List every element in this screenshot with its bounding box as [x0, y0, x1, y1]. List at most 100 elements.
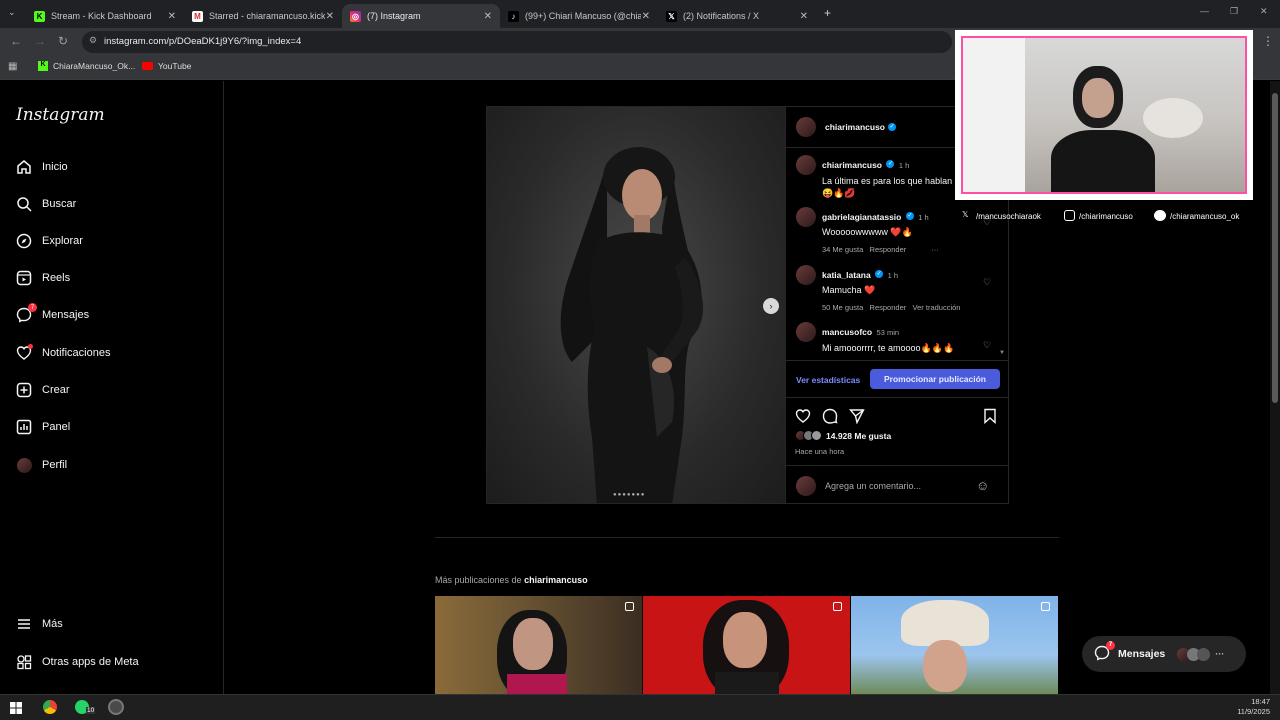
address-bar[interactable]: ⚙ instagram.com/p/DOeaDK1j9Y6/?img_index…: [82, 31, 952, 53]
comment-text: Mamucha ❤️: [822, 285, 876, 295]
like-icon[interactable]: [795, 408, 811, 429]
tab-gmail-starred[interactable]: M Starred - chiaramancuso.kick@ ✕: [184, 4, 342, 28]
sidebar-item-explorar[interactable]: Explorar: [16, 229, 83, 253]
browser-menu-icon[interactable]: ⋮: [1262, 34, 1274, 48]
more-posts-username[interactable]: chiarimancuso: [524, 575, 588, 585]
tab-search-icon[interactable]: ⌄: [8, 7, 16, 18]
caption-username[interactable]: chiarimancuso: [822, 160, 882, 170]
webcam-overlay: [955, 30, 1253, 200]
messenger-icon: 7: [1094, 640, 1115, 664]
author-username[interactable]: chiarimancuso: [825, 122, 885, 132]
post-thumbnail[interactable]: [435, 596, 642, 694]
back-icon[interactable]: ←: [10, 34, 22, 48]
close-tab-icon[interactable]: ✕: [168, 11, 176, 22]
post-thumbnail[interactable]: [851, 596, 1058, 694]
profile-avatar: [16, 457, 32, 473]
comment-username[interactable]: katia_latana: [822, 270, 871, 280]
forward-icon[interactable]: →: [34, 34, 46, 48]
social-handles-bar: 𝕏 /mancusochiaraok /chiarimancuso /chiar…: [955, 205, 1280, 229]
maximize-icon[interactable]: ❐: [1230, 6, 1238, 17]
tab-x-notifications[interactable]: 𝕏 (2) Notifications / X ✕: [658, 4, 816, 28]
sidebar-item-mas[interactable]: Más: [16, 612, 63, 636]
scroll-down-icon[interactable]: ▼: [999, 350, 1005, 356]
post-thumbnail[interactable]: [643, 596, 850, 694]
apps-grid-icon[interactable]: ▦: [8, 61, 17, 72]
comment-username[interactable]: gabrielagianatassio: [822, 212, 901, 222]
more-options-icon[interactable]: ···: [931, 245, 939, 254]
sidebar-item-notificaciones[interactable]: Notificaciones: [16, 341, 110, 365]
bookmark-save-icon[interactable]: [982, 408, 998, 429]
site-info-icon[interactable]: ⚙: [89, 35, 97, 46]
like-comment-icon[interactable]: ♡: [983, 340, 991, 351]
scrollbar-thumb[interactable]: [1272, 93, 1278, 403]
sidebar-item-crear[interactable]: Crear: [16, 378, 70, 402]
author-avatar[interactable]: [796, 117, 816, 137]
windows-start-icon[interactable]: [10, 701, 22, 719]
instagram-handle: /chiarimancuso: [1079, 212, 1133, 221]
page-scrollbar[interactable]: [1270, 81, 1280, 694]
close-tab-icon[interactable]: ✕: [326, 11, 334, 22]
commenter-avatar[interactable]: [796, 322, 816, 342]
likes-summary[interactable]: 14.928 Me gusta: [795, 430, 891, 441]
x-logo-icon: 𝕏: [666, 10, 677, 22]
tab-tiktok[interactable]: ♪ (99+) Chiari Mancuso (@chiaran ✕: [500, 4, 658, 28]
close-tab-icon[interactable]: ✕: [484, 11, 492, 22]
messages-floating-button[interactable]: 7 Mensajes ···: [1082, 636, 1246, 672]
chat-avatar: [1197, 647, 1211, 661]
next-slide-icon[interactable]: ›: [763, 298, 779, 314]
comment-time: 53 min: [876, 328, 900, 337]
sidebar-item-perfil[interactable]: Perfil: [16, 453, 67, 477]
sidebar-item-meta-apps[interactable]: Otras apps de Meta: [16, 650, 139, 674]
section-divider: [435, 537, 1059, 538]
close-window-icon[interactable]: ✕: [1260, 6, 1268, 17]
sidebar-item-buscar[interactable]: Buscar: [16, 192, 76, 216]
tiktok-handle: /chiaramancuso_ok: [1170, 212, 1240, 221]
search-icon: [16, 196, 32, 212]
plus-square-icon: [16, 382, 32, 398]
comment-icon[interactable]: [822, 408, 838, 429]
comment-text: Mi amooorrrr, te amoooo🔥🔥🔥: [822, 343, 955, 353]
view-insights-link[interactable]: Ver estadísticas: [796, 375, 860, 385]
sidebar-item-panel[interactable]: Panel: [16, 415, 70, 439]
home-icon: [16, 159, 32, 175]
close-tab-icon[interactable]: ✕: [800, 11, 808, 22]
bookmark-kick[interactable]: K ChiaraMancuso_Ok...: [38, 61, 135, 71]
carousel-icon: [1041, 602, 1050, 611]
share-icon[interactable]: [849, 408, 865, 429]
boost-post-button[interactable]: Promocionar publicación: [870, 369, 1000, 389]
emoji-icon[interactable]: ☺: [976, 478, 989, 493]
post-photo[interactable]: › ●●●●●●●: [486, 106, 786, 504]
obs-icon[interactable]: [108, 699, 124, 715]
comment-username[interactable]: mancusofco: [822, 327, 872, 337]
comment-item: mancusofco 53 min Mi amooorrrr, te amooo…: [796, 322, 996, 354]
comment-likes[interactable]: 34 Me gusta: [822, 245, 863, 254]
heart-icon: [16, 344, 33, 361]
my-avatar: [796, 476, 816, 496]
bookmark-youtube[interactable]: YouTube: [142, 61, 191, 71]
sidebar-item-mensajes[interactable]: 7 Mensajes: [16, 303, 89, 327]
sidebar-item-reels[interactable]: Reels: [16, 266, 70, 290]
commenter-avatar[interactable]: [796, 207, 816, 227]
system-clock[interactable]: 18:47 11/9/2025: [1232, 697, 1270, 717]
like-comment-icon[interactable]: ♡: [983, 277, 991, 288]
chrome-icon[interactable]: [43, 700, 57, 714]
translate-link[interactable]: Ver traducción: [913, 303, 961, 312]
caption-avatar[interactable]: [796, 155, 816, 175]
commenter-avatar[interactable]: [796, 265, 816, 285]
sidebar-item-inicio[interactable]: Inicio: [16, 155, 68, 179]
close-tab-icon[interactable]: ✕: [642, 11, 650, 22]
tab-instagram[interactable]: ◎ (7) Instagram ✕: [342, 4, 500, 28]
reply-button[interactable]: Responder: [870, 303, 907, 312]
reload-icon[interactable]: ↻: [58, 34, 68, 48]
minimize-icon[interactable]: —: [1200, 6, 1209, 16]
tab-kick-dashboard[interactable]: K Stream - Kick Dashboard ✕: [26, 4, 184, 28]
new-tab-icon[interactable]: +: [824, 6, 831, 20]
whatsapp-badge: 10: [86, 707, 96, 714]
more-posts-heading: Más publicaciones de chiarimancuso: [435, 575, 588, 585]
likes-count: 14.928 Me gusta: [826, 430, 892, 441]
more-chats-icon: ···: [1215, 649, 1225, 659]
comment-likes[interactable]: 50 Me gusta: [822, 303, 863, 312]
instagram-logo[interactable]: Instagram: [16, 105, 105, 125]
comment-input[interactable]: Agrega un comentario...: [825, 481, 921, 491]
reply-button[interactable]: Responder: [870, 245, 907, 254]
